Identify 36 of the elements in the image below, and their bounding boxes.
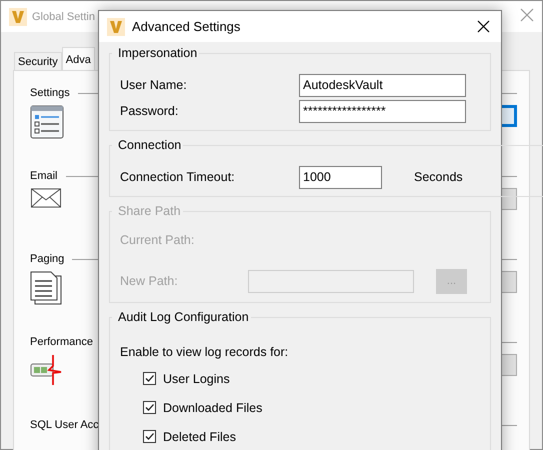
group-title: Share Path — [117, 204, 182, 218]
app-logo-icon — [107, 18, 125, 36]
text-field[interactable]: 1000 — [299, 166, 382, 188]
document-icon — [30, 271, 64, 305]
battery-pulse-icon — [30, 354, 64, 386]
field-label: Password: — [120, 104, 180, 118]
group-title: Connection — [117, 138, 182, 152]
instruction-text: Enable to view log records for: — [120, 345, 288, 359]
section-title: Email — [30, 170, 58, 182]
unit-label: Seconds — [414, 170, 464, 184]
tab[interactable]: Security — [14, 52, 62, 70]
section-title: Paging — [30, 253, 64, 265]
list-window-icon — [30, 105, 64, 139]
field-label: New Path: — [120, 274, 179, 288]
field-label: User Name: — [120, 78, 188, 92]
checkbox[interactable] — [143, 401, 156, 414]
field-label: Current Path: — [120, 233, 194, 247]
dialog-title: Advanced Settings — [132, 19, 240, 34]
envelope-icon — [30, 188, 62, 208]
checkbox[interactable] — [143, 430, 156, 443]
field-label: Connection Timeout: — [120, 170, 236, 184]
text-field[interactable]: AutodeskVault — [299, 74, 466, 96]
section-title: Settings — [30, 87, 70, 99]
checkbox-label: Downloaded Files — [163, 400, 262, 414]
group-title: Impersonation — [117, 46, 198, 60]
app-logo-icon — [9, 8, 27, 26]
section-title: SQL User Acc — [30, 419, 99, 431]
tab[interactable]: Adva — [62, 47, 95, 70]
group-title: Audit Log Configuration — [117, 310, 250, 324]
window-title: Global Settin — [32, 10, 95, 22]
text-field[interactable]: ***************** — [299, 100, 466, 122]
checkbox[interactable] — [143, 372, 156, 385]
section-title: Performance — [30, 336, 93, 348]
checkbox-label: User Logins — [163, 372, 230, 386]
checkbox-label: Deleted Files — [163, 430, 236, 444]
close-icon[interactable] — [477, 20, 490, 33]
